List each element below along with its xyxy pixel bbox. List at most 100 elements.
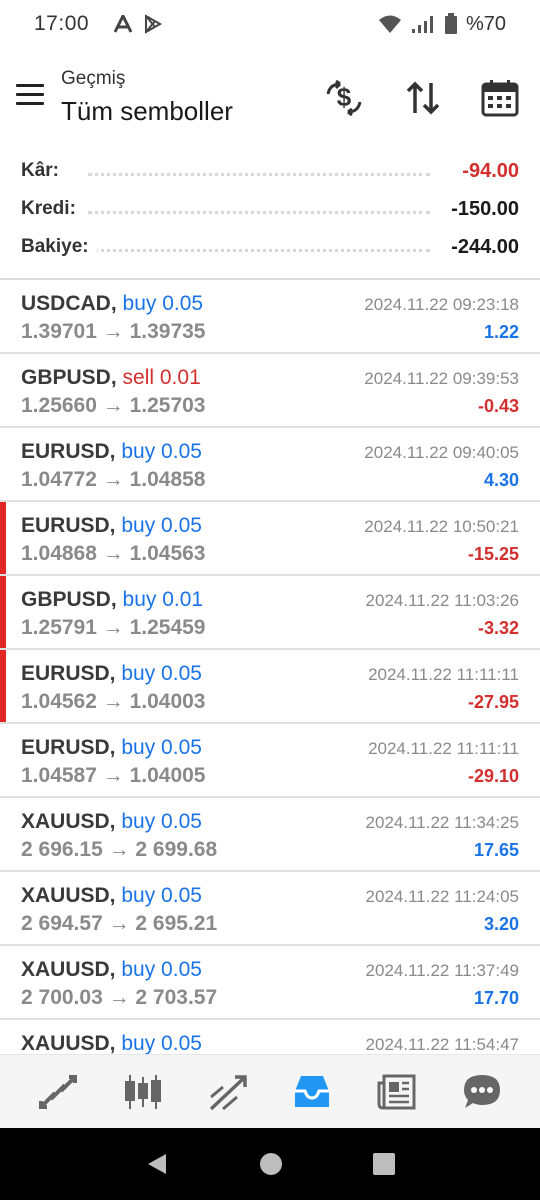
trade-direction: buy 0.05 xyxy=(121,514,202,537)
trade-prices: 1.25660 → 1.25703 xyxy=(21,394,206,417)
trade-symbol: XAUUSD, xyxy=(21,1032,116,1054)
trade-row[interactable]: XAUUSD, buy 0.05 2 696.15 → 2 699.68 202… xyxy=(0,798,540,872)
trade-symbol: EURUSD, xyxy=(21,736,116,759)
signal-icon xyxy=(411,16,433,33)
trade-datetime: 2024.11.22 11:34:25 xyxy=(365,813,519,832)
trade-symbol: GBPUSD, xyxy=(21,588,117,611)
history-inbox-icon[interactable] xyxy=(282,1062,342,1122)
trade-row[interactable]: GBPUSD, buy 0.01 1.25791 → 1.25459 2024.… xyxy=(0,576,540,650)
trade-datetime: 2024.11.22 11:11:11 xyxy=(368,665,519,684)
credit-label: Kredi: xyxy=(21,198,84,220)
trade-datetime: 2024.11.22 11:11:11 xyxy=(368,739,519,758)
trade-row[interactable]: EURUSD, buy 0.05 1.04772 → 1.04858 2024.… xyxy=(0,428,540,502)
back-icon[interactable] xyxy=(144,1151,170,1177)
trade-row[interactable]: XAUUSD, buy 0.05 2 694.57 → 2 695.21 202… xyxy=(0,872,540,946)
sort-icon[interactable] xyxy=(401,76,445,120)
trade-row[interactable]: XAUUSD, buy 0.05 2024.11.22 11:54:47 xyxy=(0,1020,540,1054)
candlestick-chart-icon[interactable] xyxy=(113,1062,173,1122)
chat-icon[interactable] xyxy=(452,1062,512,1122)
trade-prices: 2 696.15 → 2 699.68 xyxy=(21,838,218,861)
trade-symbol: XAUUSD, xyxy=(21,810,116,833)
trade-direction: buy 0.05 xyxy=(121,662,202,685)
trade-prices: 1.25791 → 1.25459 xyxy=(21,616,206,639)
credit-value: -150.00 xyxy=(443,197,519,221)
quotes-arrows-icon[interactable] xyxy=(28,1062,88,1122)
trade-datetime: 2024.11.22 11:03:26 xyxy=(365,591,519,610)
app-header: Geçmiş Tüm semboller $ xyxy=(0,52,540,144)
trade-direction: buy 0.05 xyxy=(121,958,202,981)
trade-profit: 17.65 xyxy=(473,840,519,860)
trade-row[interactable]: XAUUSD, buy 0.05 2 700.03 → 2 703.57 202… xyxy=(0,946,540,1020)
trade-datetime: 2024.11.22 10:50:21 xyxy=(364,517,519,536)
trade-row[interactable]: GBPUSD, sell 0.01 1.25660 → 1.25703 2024… xyxy=(0,354,540,428)
header-title[interactable]: Tüm semboller xyxy=(61,96,233,127)
header-subtitle: Geçmiş xyxy=(61,68,126,89)
trade-row[interactable]: EURUSD, buy 0.05 1.04587 → 1.04005 2024.… xyxy=(0,724,540,798)
trade-profit: -3.32 xyxy=(477,618,519,638)
trade-datetime: 2024.11.22 09:23:18 xyxy=(364,295,519,314)
trade-row[interactable]: EURUSD, buy 0.05 1.04562 → 1.04003 2024.… xyxy=(0,650,540,724)
trade-profit: -29.10 xyxy=(467,766,519,786)
trade-direction: buy 0.05 xyxy=(121,810,202,833)
trade-direction: buy 0.05 xyxy=(121,440,202,463)
menu-icon[interactable] xyxy=(16,84,44,108)
status-bar: 17:00 %70 xyxy=(0,0,540,48)
bottom-nav xyxy=(0,1054,540,1128)
profit-value: -94.00 xyxy=(454,159,519,183)
trade-profit: 4.30 xyxy=(483,470,519,490)
trade-direction: buy 0.05 xyxy=(121,884,202,907)
trade-direction: buy 0.05 xyxy=(121,736,202,759)
recents-icon[interactable] xyxy=(372,1152,396,1176)
trade-symbol: EURUSD, xyxy=(21,662,116,685)
trade-direction: buy 0.05 xyxy=(122,292,204,315)
trade-datetime: 2024.11.22 11:54:47 xyxy=(365,1035,519,1054)
profit-row: Kâr: -94.00 xyxy=(0,152,540,190)
trade-direction: buy 0.05 xyxy=(121,1032,202,1054)
trade-symbol: XAUUSD, xyxy=(21,884,116,907)
trade-symbol: XAUUSD, xyxy=(21,958,116,981)
trade-prices: 1.04772 → 1.04858 xyxy=(21,468,206,491)
trade-symbol: GBPUSD, xyxy=(21,366,117,389)
calendar-icon[interactable] xyxy=(478,76,522,120)
trade-prices: 1.04562 → 1.04003 xyxy=(21,690,206,713)
trade-prices: 1.04868 → 1.04563 xyxy=(21,542,206,565)
trade-datetime: 2024.11.22 09:40:05 xyxy=(364,443,519,462)
news-icon[interactable] xyxy=(367,1062,427,1122)
trade-history-list[interactable]: USDCAD, buy 0.05 1.39701 → 1.39735 2024.… xyxy=(0,280,540,1054)
play-store-icon xyxy=(145,14,163,34)
trade-profit: 1.22 xyxy=(483,322,519,342)
profit-label: Kâr: xyxy=(21,160,68,182)
home-icon[interactable] xyxy=(259,1152,283,1176)
trade-datetime: 2024.11.22 09:39:53 xyxy=(364,369,519,388)
account-summary: Kâr: -94.00 Kredi: -150.00 Bakiye: -244.… xyxy=(0,152,540,266)
trade-datetime: 2024.11.22 11:37:49 xyxy=(365,961,519,980)
trade-profit: -0.43 xyxy=(477,396,519,416)
trade-prices: 2 700.03 → 2 703.57 xyxy=(21,986,218,1009)
trade-direction: buy 0.01 xyxy=(122,588,204,611)
trade-prices: 1.04587 → 1.04005 xyxy=(21,764,206,787)
trade-trend-icon[interactable] xyxy=(198,1062,258,1122)
trade-profit: 17.70 xyxy=(473,988,519,1008)
trade-direction: sell 0.01 xyxy=(122,366,201,389)
battery-percent: %70 xyxy=(465,12,506,35)
trade-profit: 3.20 xyxy=(483,914,519,934)
balance-row: Bakiye: -244.00 xyxy=(0,228,540,266)
trade-prices: 2 694.57 → 2 695.21 xyxy=(21,912,218,935)
trade-profit: -27.95 xyxy=(467,692,519,712)
trade-symbol: USDCAD, xyxy=(21,292,117,315)
battery-icon xyxy=(444,13,457,34)
trade-datetime: 2024.11.22 11:24:05 xyxy=(365,887,519,906)
trade-symbol: EURUSD, xyxy=(21,440,116,463)
currency-exchange-icon[interactable]: $ xyxy=(322,76,366,120)
trade-row[interactable]: EURUSD, buy 0.05 1.04868 → 1.04563 2024.… xyxy=(0,502,540,576)
status-time: 17:00 xyxy=(34,12,90,35)
wifi-icon xyxy=(378,15,401,33)
a-letter-icon xyxy=(113,15,133,33)
trade-profit: -15.25 xyxy=(467,544,519,564)
balance-label: Bakiye: xyxy=(21,236,97,258)
credit-row: Kredi: -150.00 xyxy=(0,190,540,228)
balance-value: -244.00 xyxy=(443,235,519,259)
trade-prices: 1.39701 → 1.39735 xyxy=(21,320,206,343)
trade-row[interactable]: USDCAD, buy 0.05 1.39701 → 1.39735 2024.… xyxy=(0,280,540,354)
android-nav-bar xyxy=(0,1128,540,1200)
